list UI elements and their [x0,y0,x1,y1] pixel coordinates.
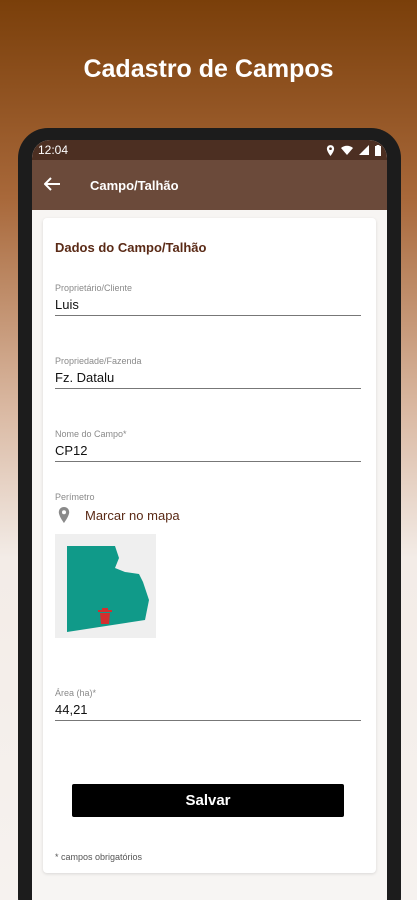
location-icon [326,144,335,156]
save-button[interactable]: Salvar [72,784,344,817]
field-name-label: Nome do Campo* [55,429,127,439]
owner-label: Proprietário/Cliente [55,283,133,293]
mark-on-map-button[interactable]: Marcar no mapa [55,506,361,524]
area-input[interactable]: 44,21 [55,702,361,721]
signal-icon [359,145,369,155]
app-screen: 12:04 Campo/Talhão Dados do Campo/Talhão… [32,140,387,900]
property-field[interactable]: Propriedade/Fazenda Fz. Datalu [55,356,361,389]
area-label: Área (ha)* [55,688,97,698]
form-content: Dados do Campo/Talhão Proprietário/Clien… [32,210,387,900]
property-input[interactable]: Fz. Datalu [55,370,361,389]
required-fields-note: * campos obrigatórios [55,852,143,862]
perimeter-section: Perímetro Marcar no mapa [55,492,361,638]
field-name-input[interactable]: CP12 [55,443,361,462]
wifi-icon [341,145,353,155]
form-card: Dados do Campo/Talhão Proprietário/Clien… [43,218,376,873]
map-pin-icon [58,507,70,523]
field-name-field[interactable]: Nome do Campo* CP12 [55,429,361,462]
section-title: Dados do Campo/Talhão [55,240,207,255]
back-arrow-icon[interactable] [43,175,68,196]
promo-title: Cadastro de Campos [83,55,334,83]
area-field[interactable]: Área (ha)* 44,21 [55,688,361,721]
app-bar: Campo/Talhão [32,160,387,210]
mark-on-map-label: Marcar no mapa [85,507,180,523]
owner-input[interactable]: Luis [55,297,361,316]
status-bar: 12:04 [32,140,387,160]
status-time: 12:04 [38,143,69,157]
app-bar-title: Campo/Talhão [90,177,179,193]
delete-perimeter-icon[interactable] [98,608,112,624]
property-label: Propriedade/Fazenda [55,356,142,366]
owner-field[interactable]: Proprietário/Cliente Luis [55,283,361,316]
perimeter-label: Perímetro [55,492,95,502]
battery-icon [375,144,381,156]
